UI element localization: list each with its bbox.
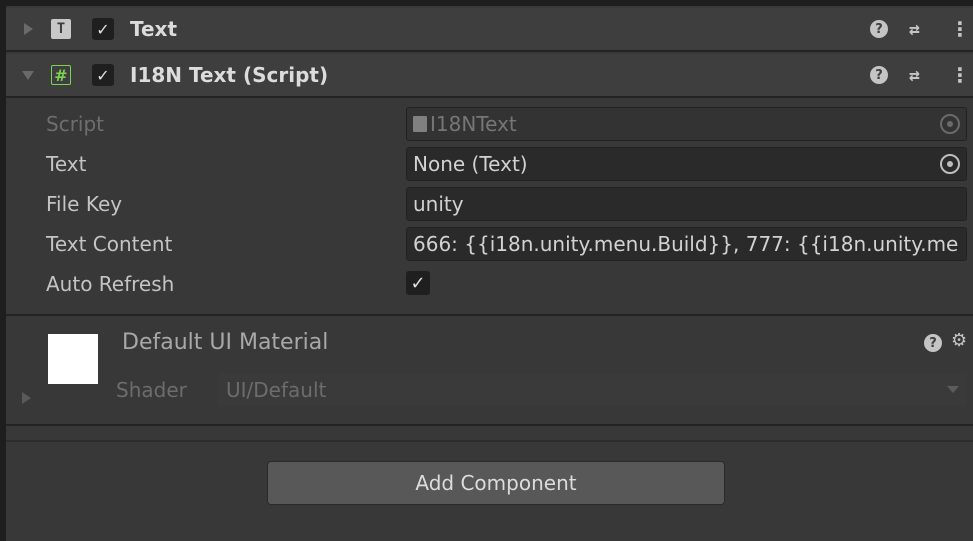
object-picker-icon[interactable] bbox=[940, 154, 960, 174]
component-title: Text bbox=[130, 17, 178, 41]
shader-dropdown: UI/Default bbox=[218, 373, 967, 407]
component-header-i18n-text[interactable]: # ✓ I18N Text (Script) ? ⇄ ⋮ bbox=[6, 54, 973, 98]
material-title: Default UI Material bbox=[122, 330, 329, 355]
object-picker-icon bbox=[940, 114, 960, 134]
text-label: Text bbox=[46, 152, 87, 176]
script-asset-icon bbox=[413, 116, 427, 132]
script-value: I18NText bbox=[430, 112, 517, 136]
section-divider bbox=[6, 424, 973, 426]
presets-icon[interactable]: ⇄ bbox=[909, 19, 920, 40]
auto-refresh-label: Auto Refresh bbox=[46, 272, 175, 296]
shader-value: UI/Default bbox=[226, 378, 327, 402]
script-label: Script bbox=[46, 112, 105, 136]
material-foldout-icon[interactable] bbox=[22, 392, 31, 404]
component-enabled-toggle[interactable]: ✓ bbox=[92, 64, 114, 86]
script-field: I18NText bbox=[406, 107, 967, 141]
kebab-menu-icon[interactable]: ⋮ bbox=[950, 17, 970, 41]
file-key-value: unity bbox=[413, 192, 464, 216]
material-preview-swatch bbox=[48, 334, 98, 384]
section-divider bbox=[6, 440, 973, 442]
file-key-input[interactable]: unity bbox=[406, 187, 967, 221]
component-title: I18N Text (Script) bbox=[130, 63, 329, 87]
text-content-label: Text Content bbox=[46, 232, 173, 256]
presets-icon[interactable]: ⇄ bbox=[909, 65, 920, 86]
foldout-expanded-icon[interactable] bbox=[22, 70, 34, 80]
kebab-menu-icon[interactable]: ⋮ bbox=[950, 63, 970, 87]
section-divider bbox=[6, 314, 973, 316]
gear-icon[interactable]: ⚙ bbox=[951, 330, 967, 351]
script-hash-icon: # bbox=[51, 65, 71, 85]
foldout-collapsed-icon[interactable] bbox=[24, 23, 33, 35]
help-icon[interactable]: ? bbox=[924, 334, 942, 352]
shader-label: Shader bbox=[116, 378, 187, 402]
file-key-label: File Key bbox=[46, 192, 123, 216]
help-icon[interactable]: ? bbox=[870, 66, 888, 84]
component-header-text[interactable]: T ✓ Text ? ⇄ ⋮ bbox=[6, 8, 973, 52]
text-content-input[interactable]: 666: {{i18n.unity.menu.Build}}, 777: {{i… bbox=[406, 227, 967, 261]
text-field-value: None (Text) bbox=[413, 152, 528, 176]
dropdown-arrow-icon bbox=[947, 386, 959, 393]
text-object-field[interactable]: None (Text) bbox=[406, 147, 967, 181]
add-component-button[interactable]: Add Component bbox=[267, 461, 725, 505]
component-enabled-toggle[interactable]: ✓ bbox=[92, 18, 114, 40]
text-content-value: 666: {{i18n.unity.menu.Build}}, 777: {{i… bbox=[413, 232, 959, 256]
text-component-icon: T bbox=[51, 19, 71, 39]
auto-refresh-checkbox[interactable]: ✓ bbox=[406, 271, 430, 295]
help-icon[interactable]: ? bbox=[870, 20, 888, 38]
